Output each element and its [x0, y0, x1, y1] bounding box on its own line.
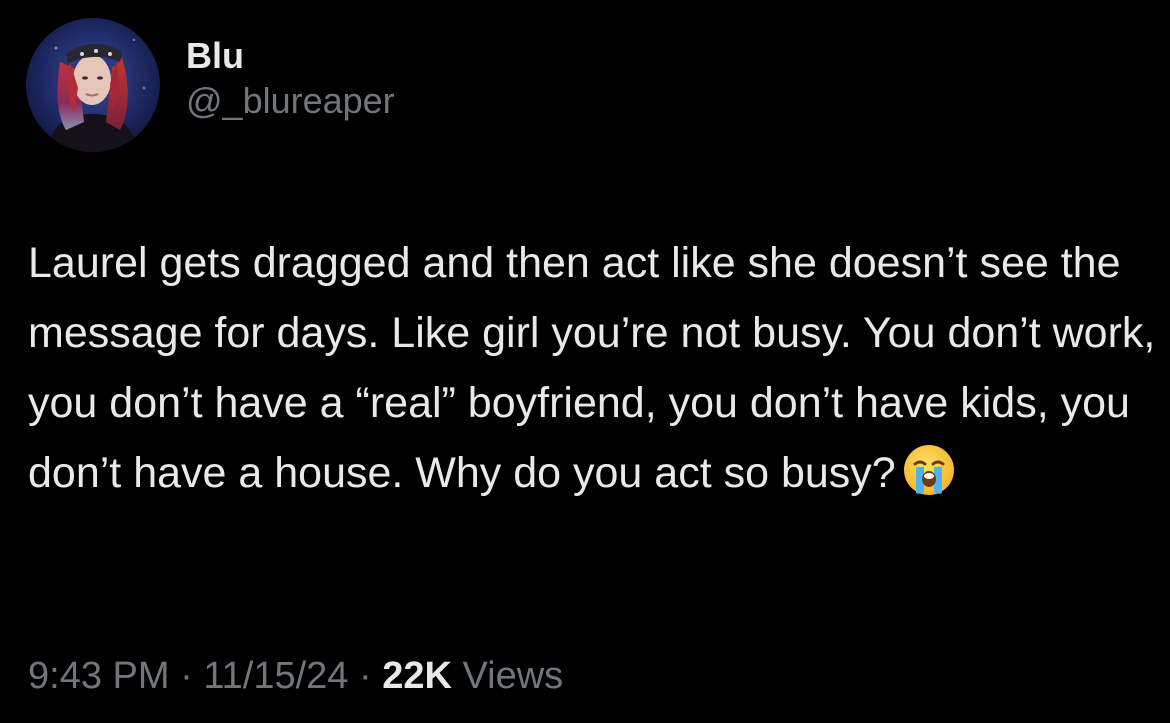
tweet-time[interactable]: 9:43 PM: [28, 655, 170, 697]
tweet-text-container: Laurel gets dragged and then act like sh…: [28, 228, 1158, 508]
meta-separator: ·: [169, 655, 204, 697]
tweet-date[interactable]: 11/15/24: [203, 655, 348, 697]
tweet-header: Blu @_blureaper: [26, 18, 395, 152]
display-name[interactable]: Blu: [186, 34, 395, 78]
profile-photo: [26, 18, 160, 152]
user-handle[interactable]: @_blureaper: [186, 78, 395, 124]
tweet-text: Laurel gets dragged and then act like sh…: [28, 239, 1156, 497]
tweet: Blu @_blureaper Laurel gets dragged and …: [0, 0, 1170, 723]
views-label[interactable]: Views: [462, 655, 563, 697]
loudly-crying-face-icon: [902, 443, 956, 497]
views-count[interactable]: 22K: [382, 655, 452, 697]
author-names: Blu @_blureaper: [186, 34, 395, 124]
tweet-meta: 9:43 PM · 11/15/24 · 22K Views: [28, 650, 563, 702]
avatar[interactable]: [26, 18, 160, 152]
meta-separator: ·: [348, 655, 383, 697]
